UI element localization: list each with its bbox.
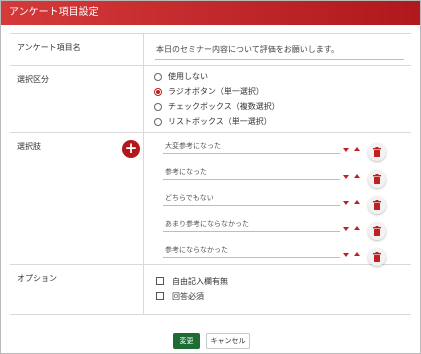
move-up-icon[interactable] — [354, 252, 360, 256]
question-label: アンケート項目名 — [10, 34, 144, 65]
delete-choice-button[interactable] — [368, 143, 386, 161]
radio-button[interactable] — [154, 118, 162, 126]
radio-option-label: 使用しない — [168, 72, 208, 81]
question-input[interactable]: 本日のセミナー内容について評価をお願いします。 — [155, 41, 404, 60]
radio-option-label: ラジオボタン（単一選択） — [168, 87, 264, 96]
option-label: 回答必須 — [172, 292, 204, 301]
delete-choice-button[interactable] — [368, 222, 386, 240]
cancel-button[interactable]: キャンセル — [206, 333, 250, 349]
type-row: 選択区分 使用しない ラジオボタン（単一選択） チェックボックス（複数選択） リ… — [10, 66, 411, 133]
form-grid: アンケート項目名 本日のセミナー内容について評価をお願いします。 選択区分 使用… — [10, 33, 411, 315]
checkbox[interactable] — [156, 277, 164, 285]
options-row: オプション 自由記入欄有無 回答必須 — [10, 265, 411, 315]
move-up-icon[interactable] — [354, 174, 360, 178]
question-row: アンケート項目名 本日のセミナー内容について評価をお願いします。 — [10, 34, 411, 66]
choices-row: 選択肢 + 大変参考になった 参考になった どちらでもない あまり参考にならなか… — [10, 133, 411, 266]
move-down-icon[interactable] — [343, 227, 349, 231]
type-label: 選択区分 — [10, 66, 144, 132]
choice-input[interactable]: 参考になった — [163, 166, 340, 180]
choice-input[interactable]: 大変参考になった — [163, 140, 340, 154]
delete-choice-button[interactable] — [368, 196, 386, 214]
move-down-icon[interactable] — [343, 201, 349, 205]
confirm-button[interactable]: 変更 — [173, 333, 200, 349]
move-up-icon[interactable] — [354, 200, 360, 204]
radio-button[interactable] — [154, 73, 162, 81]
radio-option-label: リストボックス（単一選択） — [168, 117, 272, 126]
trash-icon — [373, 226, 381, 236]
delete-choice-button[interactable] — [368, 248, 386, 266]
dialog-title: アンケート項目設定 — [1, 1, 420, 25]
move-up-icon[interactable] — [354, 147, 360, 151]
checkbox[interactable] — [156, 292, 164, 300]
choice-input[interactable]: あまり参考にならなかった — [163, 218, 340, 232]
add-choice-button[interactable]: + — [122, 140, 140, 158]
option-label: 自由記入欄有無 — [172, 277, 228, 286]
choice-input[interactable]: 参考にならなかった — [163, 244, 340, 258]
choice-input[interactable]: どちらでもない — [163, 192, 340, 206]
move-down-icon[interactable] — [343, 175, 349, 179]
plus-icon: + — [124, 139, 138, 157]
move-down-icon[interactable] — [343, 148, 349, 152]
delete-choice-button[interactable] — [368, 170, 386, 188]
survey-item-dialog: アンケート項目設定 アンケート項目名 本日のセミナー内容について評価をお願いしま… — [0, 0, 421, 354]
radio-option-label: チェックボックス（複数選択） — [168, 102, 280, 111]
radio-button-selected[interactable] — [154, 88, 162, 96]
trash-icon — [373, 174, 381, 184]
options-label: オプション — [10, 265, 144, 314]
move-up-icon[interactable] — [354, 226, 360, 230]
trash-icon — [373, 200, 381, 210]
radio-button[interactable] — [154, 103, 162, 111]
trash-icon — [373, 252, 381, 262]
trash-icon — [373, 147, 381, 157]
move-down-icon[interactable] — [343, 253, 349, 257]
